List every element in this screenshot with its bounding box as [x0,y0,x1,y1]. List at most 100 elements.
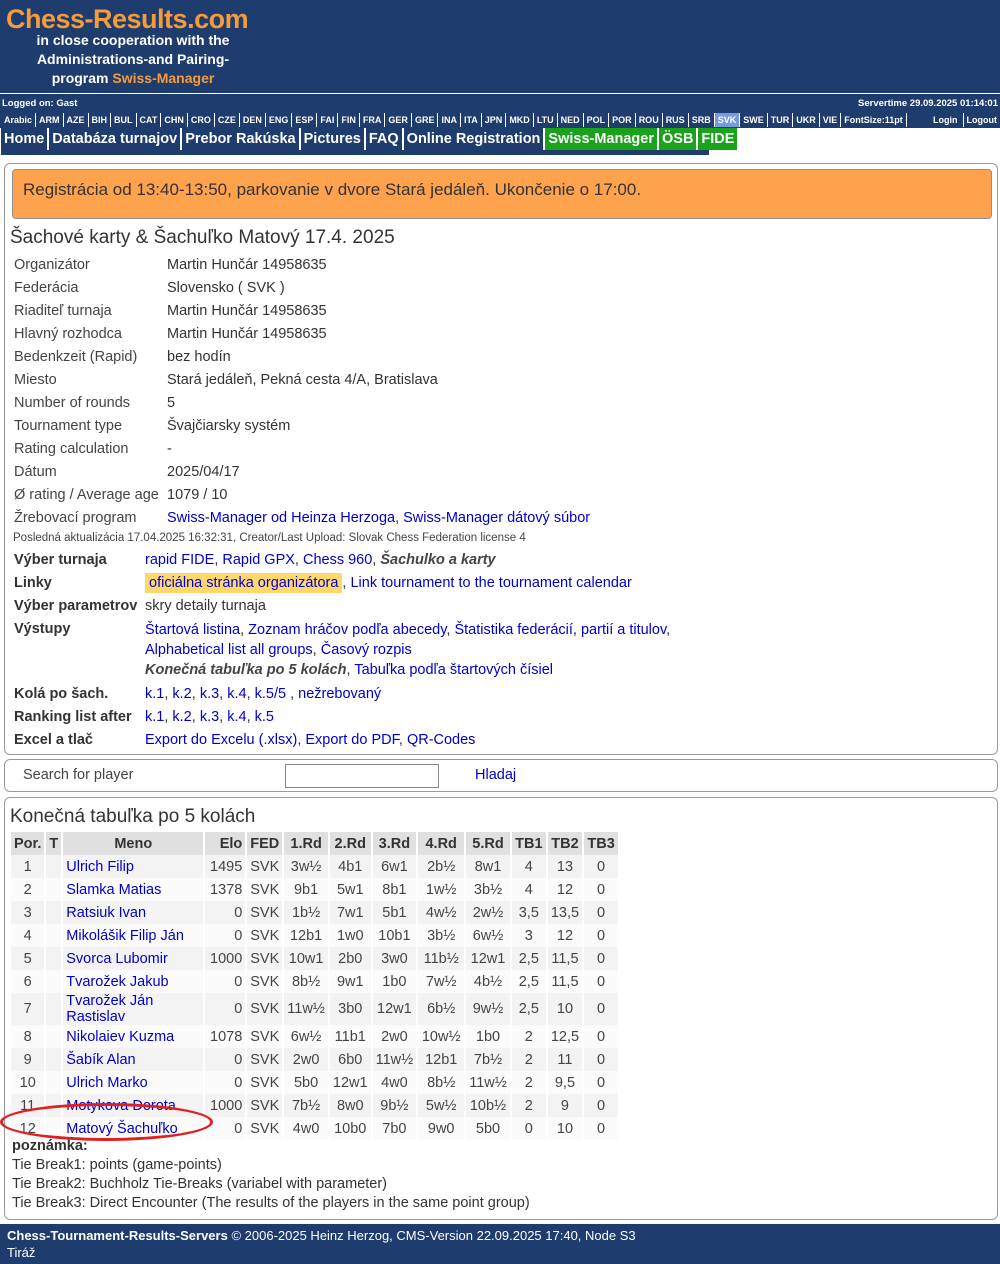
export-pdf-link[interactable]: Export do PDF [305,732,399,748]
tournament-select-link[interactable]: rapid FIDE [145,552,214,568]
round-pairing-link[interactable]: k.1 [145,686,164,702]
language-item[interactable]: LTU [534,113,558,127]
language-item[interactable]: CAT [137,113,162,127]
language-item[interactable]: ESP [292,113,318,127]
player-name-link[interactable]: Nikolaiev Kuzma [66,1029,174,1045]
output-link[interactable]: Tabuľka podľa štartových čísiel [354,662,553,678]
language-item[interactable]: DEN [240,113,266,127]
col-rank[interactable]: Por. [11,832,47,855]
player-name-link[interactable]: Ulrich Filip [66,859,134,875]
venue-link[interactable]: Stará jedáleň, Pekná cesta 4/A, Bratisla… [167,369,438,392]
language-item[interactable]: TUR [768,113,794,127]
ranking-link[interactable]: k.2 [172,709,191,725]
col-rd1[interactable]: 1.Rd [283,832,330,855]
logout-link[interactable]: Logout [964,113,1000,127]
language-item[interactable]: FRA [360,113,386,127]
output-link[interactable]: Štartová listina [145,622,240,638]
language-item[interactable]: CRO [188,113,215,127]
language-item[interactable]: SWE [740,113,768,127]
language-item[interactable]: ITA [461,113,482,127]
output-link[interactable]: Alphabetical list all groups [145,642,313,658]
col-title[interactable]: T [45,832,64,855]
output-link[interactable]: Časový rozpis [321,642,412,658]
col-elo[interactable]: Elo [204,832,248,855]
ranking-link[interactable]: k.5 [255,709,274,725]
language-item[interactable]: INA [438,113,461,127]
col-rd2[interactable]: 2.Rd [328,832,373,855]
player-name-link[interactable]: Svorca Lubomir [66,951,168,967]
search-button[interactable]: Hladaj [475,767,516,783]
language-item[interactable]: CZE [215,113,240,127]
language-item[interactable]: GRE [412,113,439,127]
nav-item[interactable]: Online Registration [403,128,544,150]
language-item[interactable]: FAI [317,113,339,127]
language-item[interactable]: ENG [266,113,293,127]
language-item[interactable]: JPN [482,113,507,127]
ranking-link[interactable]: k.3 [200,709,219,725]
col-rd4[interactable]: 4.Rd [417,832,467,855]
swiss-manager-file-link[interactable]: Swiss-Manager dátový súbor [403,510,590,526]
col-rd3[interactable]: 3.Rd [371,832,419,855]
player-name-link[interactable]: Tvarožek Jakub [66,974,168,990]
hide-details-link[interactable]: skry detaily turnaja [145,595,266,618]
col-tb3[interactable]: TB3 [583,832,621,855]
nav-item[interactable]: Home [1,128,48,150]
output-link[interactable]: Zoznam hráčov podľa abecedy [248,622,446,638]
nav-item[interactable]: ÖSB [659,128,697,150]
footer-brand[interactable]: Chess-Tournament-Results-Servers [7,1228,228,1243]
language-item[interactable]: FontSize:11pt [841,113,907,127]
player-name-link[interactable]: Matový Šachuľko [66,1121,177,1137]
language-item[interactable]: VIE [820,113,842,127]
language-item[interactable]: NED [558,113,584,127]
tournament-select-link[interactable]: Rapid GPX [222,552,295,568]
language-item[interactable]: Arabic [1,113,37,127]
round-pairing-link[interactable]: k.5/5 [255,686,286,702]
round-pairing-link[interactable]: k.2 [172,686,191,702]
col-tb1[interactable]: TB1 [510,832,548,855]
qr-codes-link[interactable]: QR-Codes [407,732,476,748]
login-link[interactable]: Login [928,113,964,127]
language-item[interactable]: POL [584,113,610,127]
swiss-manager-link[interactable]: Swiss-Manager od Heinza Herzoga [167,510,395,526]
language-item[interactable]: BUL [111,113,137,127]
col-name[interactable]: Meno [62,832,206,855]
language-item[interactable]: FIN [338,113,360,127]
language-item[interactable]: ARM [36,113,64,127]
language-item[interactable]: ROU [636,113,663,127]
player-name-link[interactable]: Ratsiuk Ivan [66,905,146,921]
calendar-link[interactable]: Link tournament to the tournament calend… [350,575,631,591]
col-tb2[interactable]: TB2 [546,832,585,855]
nav-item[interactable]: FAQ [365,128,402,150]
player-name-link[interactable]: Tvarožek Ján Rastislav [66,993,153,1025]
language-item[interactable]: MKD [506,113,534,127]
col-fed[interactable]: FED [246,832,285,855]
language-item[interactable]: POR [609,113,636,127]
ranking-link[interactable]: k.4 [227,709,246,725]
player-name-link[interactable]: Ulrich Marko [66,1075,147,1091]
language-item[interactable]: CHN [161,113,188,127]
nav-item[interactable]: Swiss-Manager [545,128,657,150]
player-name-link[interactable]: Motykova Dorota [66,1098,176,1114]
nav-item[interactable]: Databáza turnajov [49,128,181,150]
ranking-link[interactable]: k.1 [145,709,164,725]
language-item[interactable]: SRB [689,113,715,127]
export-excel-link[interactable]: Export do Excelu (.xlsx) [145,732,297,748]
tournament-select-link[interactable]: Chess 960 [303,552,372,568]
nav-item[interactable]: FIDE [698,128,738,150]
nav-item[interactable]: Prebor Rakúska [182,128,299,150]
col-rd5[interactable]: 5.Rd [465,832,512,855]
nav-item[interactable]: Pictures [300,128,364,150]
unpaired-link[interactable]: nežrebovaný [298,686,381,702]
player-name-link[interactable]: Slamka Matias [66,882,161,898]
player-name-link[interactable]: Mikolášik Filip Ján [66,928,184,944]
language-item[interactable]: BIH [89,113,112,127]
player-name-link[interactable]: Šabík Alan [66,1052,135,1068]
search-input[interactable] [285,764,439,788]
imprint-link[interactable]: Tiráž [7,1245,35,1260]
language-item[interactable]: GER [385,113,412,127]
organizer-site-link[interactable]: oficiálna stránka organizátora [145,573,343,593]
output-link[interactable]: Štatistika federácií, partií a titulov [454,622,666,638]
language-item[interactable]: AZE [64,113,89,127]
round-pairing-link[interactable]: k.4 [227,686,246,702]
round-pairing-link[interactable]: k.3 [200,686,219,702]
